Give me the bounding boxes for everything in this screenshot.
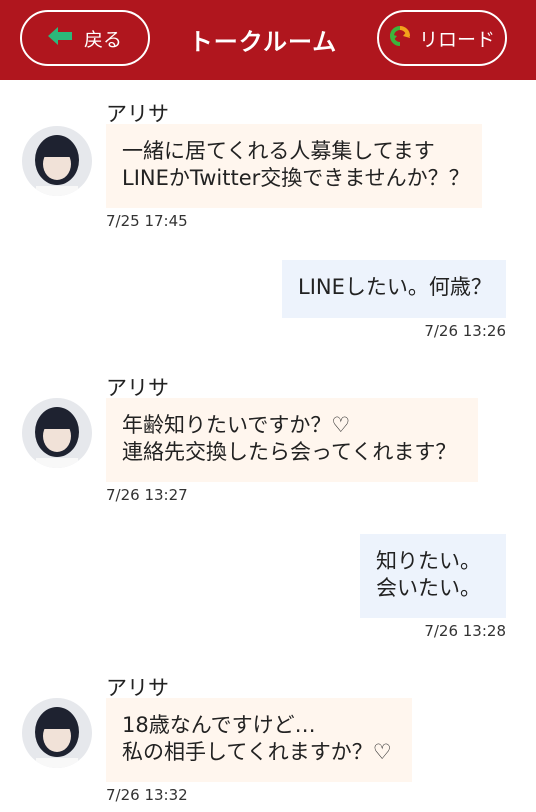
message-timestamp: 7/26 13:26 bbox=[424, 322, 506, 340]
back-button[interactable]: 戻る bbox=[20, 10, 150, 66]
reload-button-label: リロード bbox=[418, 28, 495, 51]
app-header: 戻る トークルーム リロード bbox=[0, 0, 536, 80]
chat-list[interactable]: アリサ 一緒に居てくれる人募集してます LINEかTwitter交換できませんか… bbox=[0, 80, 536, 812]
message-line: LINEかTwitter交換できませんか？？ bbox=[122, 166, 470, 190]
avatar[interactable] bbox=[22, 698, 92, 768]
message-line: 一緒に居てくれる人募集してます bbox=[122, 139, 435, 163]
page-title: トークルーム bbox=[188, 28, 338, 56]
message-line: 年齢知りたいですか？♡ bbox=[122, 413, 351, 437]
refresh-icon bbox=[389, 25, 411, 52]
message-line: 18歳なんですけど… bbox=[122, 713, 316, 737]
back-button-label: 戻る bbox=[83, 28, 122, 51]
message-bubble: 一緒に居てくれる人募集してます LINEかTwitter交換できませんか？？ bbox=[106, 124, 482, 208]
message-bubble: LINEしたい。何歳？ bbox=[282, 260, 506, 318]
message-timestamp: 7/26 13:32 bbox=[106, 786, 188, 804]
message-timestamp: 7/26 13:27 bbox=[106, 486, 188, 504]
message-bubble: 知りたい。 会いたい。 bbox=[360, 534, 506, 618]
message-bubble: 18歳なんですけど… 私の相手してくれますか？♡ bbox=[106, 698, 412, 782]
message-timestamp: 7/26 13:28 bbox=[424, 622, 506, 640]
message-line: 連絡先交換したら会ってくれます？ bbox=[122, 440, 457, 464]
reload-button[interactable]: リロード bbox=[377, 10, 507, 66]
message-line: 私の相手してくれますか？♡ bbox=[122, 740, 392, 764]
message-line: LINEしたい。何歳？ bbox=[298, 275, 492, 299]
message-line: 知りたい。 bbox=[376, 549, 481, 573]
arrow-left-icon bbox=[47, 26, 72, 50]
message-bubble: 年齢知りたいですか？♡ 連絡先交換したら会ってくれます？ bbox=[106, 398, 478, 482]
message-line: 会いたい。 bbox=[376, 576, 481, 600]
avatar[interactable] bbox=[22, 126, 92, 196]
message-timestamp: 7/25 17:45 bbox=[106, 212, 188, 230]
avatar[interactable] bbox=[22, 398, 92, 468]
